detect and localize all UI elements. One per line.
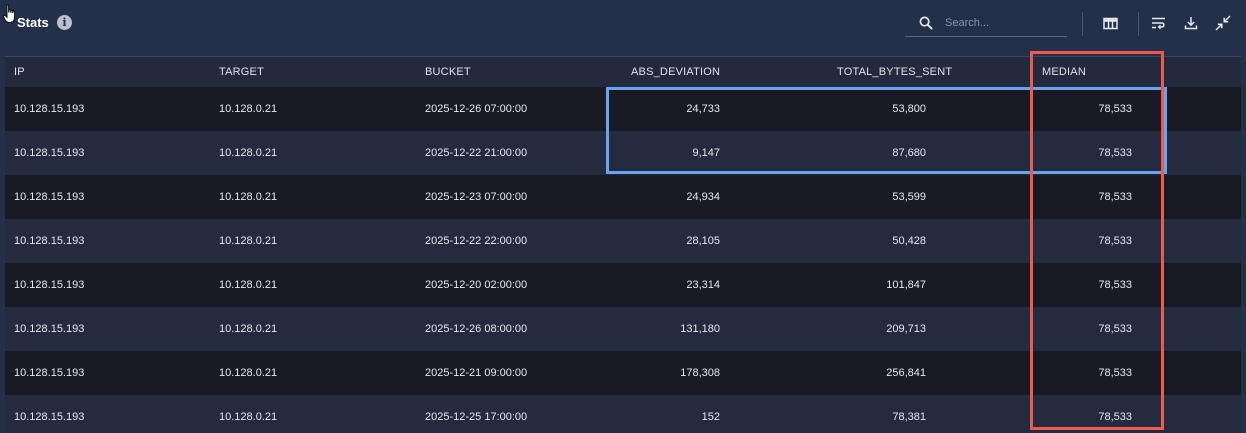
cell-target: 10.128.0.21 — [219, 279, 278, 291]
info-icon[interactable]: i — [57, 15, 72, 30]
cell-total-bytes-sent: 53,800 — [892, 103, 926, 115]
cell-ip: 10.128.15.193 — [14, 235, 85, 247]
cell-total-bytes-sent: 209,713 — [886, 323, 926, 335]
cell-total-bytes-sent: 101,847 — [886, 279, 926, 291]
table-row[interactable]: 10.128.15.193 10.128.0.21 2025-12-23 07:00… — [5, 175, 1241, 219]
cell-median: 78,533 — [1098, 367, 1132, 379]
cell-target: 10.128.0.21 — [219, 191, 278, 203]
table-row[interactable]: 10.128.15.193 10.128.0.21 2025-12-25 17:00… — [5, 395, 1241, 433]
table-header: IP TARGET BUCKET ABS_DEVIATION TOTAL_BYT… — [5, 57, 1241, 87]
cell-ip: 10.128.15.193 — [14, 279, 85, 291]
stats-table: IP TARGET BUCKET ABS_DEVIATION TOTAL_BYT… — [5, 56, 1241, 433]
cell-target: 10.128.0.21 — [219, 147, 278, 159]
table-row[interactable]: 10.128.15.193 10.128.0.21 2025-12-26 07:00… — [5, 87, 1241, 131]
table-row[interactable]: 10.128.15.193 10.128.0.21 2025-12-20 02:00… — [5, 263, 1241, 307]
column-header-total-bytes-sent[interactable]: TOTAL_BYTES_SENT — [837, 57, 952, 87]
cell-abs-deviation: 131,180 — [680, 323, 720, 335]
collapse-icon — [1215, 15, 1231, 31]
cell-median: 78,533 — [1098, 411, 1132, 423]
cell-target: 10.128.0.21 — [219, 411, 278, 423]
cell-total-bytes-sent: 50,428 — [892, 235, 926, 247]
stats-panel: Stats i Search... IP TARGET BUCKET ABS_D… — [0, 0, 1246, 433]
cell-median: 78,533 — [1098, 235, 1132, 247]
cell-ip: 10.128.15.193 — [14, 103, 85, 115]
toolbar-divider — [1138, 12, 1139, 36]
columns-button[interactable] — [1098, 12, 1122, 34]
cell-total-bytes-sent: 87,680 — [892, 147, 926, 159]
cell-target: 10.128.0.21 — [219, 323, 278, 335]
cell-abs-deviation: 152 — [701, 411, 720, 423]
columns-icon — [1102, 17, 1118, 29]
cell-target: 10.128.0.21 — [219, 235, 278, 247]
download-icon — [1184, 17, 1198, 30]
cell-median: 78,533 — [1098, 191, 1132, 203]
cell-abs-deviation: 24,733 — [686, 103, 720, 115]
toolbar-divider — [1082, 12, 1083, 36]
table-row[interactable]: 10.128.15.193 10.128.0.21 2025-12-26 08:00… — [5, 307, 1241, 351]
search-icon — [919, 16, 933, 30]
search-box[interactable] — [905, 10, 1067, 37]
cell-median: 78,533 — [1098, 323, 1132, 335]
table-row[interactable]: 10.128.15.193 10.128.0.21 2025-12-22 22:00… — [5, 219, 1241, 263]
cell-abs-deviation: 9,147 — [692, 147, 720, 159]
cell-ip: 10.128.15.193 — [14, 191, 85, 203]
wrap-text-button[interactable] — [1146, 12, 1170, 34]
collapse-button[interactable] — [1211, 12, 1235, 34]
cell-total-bytes-sent: 53,599 — [892, 191, 926, 203]
cell-target: 10.128.0.21 — [219, 103, 278, 115]
cell-ip: 10.128.15.193 — [14, 323, 85, 335]
cell-total-bytes-sent: 78,381 — [892, 411, 926, 423]
column-header-bucket[interactable]: BUCKET — [425, 57, 471, 87]
hand-pointer-icon — [3, 4, 16, 23]
cell-ip: 10.128.15.193 — [14, 147, 85, 159]
search-input[interactable] — [945, 14, 1063, 32]
column-header-ip[interactable]: IP — [14, 57, 25, 87]
cell-ip: 10.128.15.193 — [14, 367, 85, 379]
cell-abs-deviation: 178,308 — [680, 367, 720, 379]
download-button[interactable] — [1179, 12, 1203, 34]
cell-abs-deviation: 23,314 — [686, 279, 720, 291]
panel-header: Stats i — [0, 0, 1246, 48]
panel-title: Stats — [17, 15, 49, 30]
cell-median: 78,533 — [1098, 147, 1132, 159]
cell-target: 10.128.0.21 — [219, 367, 278, 379]
column-header-median[interactable]: MEDIAN — [1042, 57, 1086, 87]
cell-median: 78,533 — [1098, 103, 1132, 115]
cell-abs-deviation: 24,934 — [686, 191, 720, 203]
cell-total-bytes-sent: 256,841 — [886, 367, 926, 379]
column-header-target[interactable]: TARGET — [219, 57, 264, 87]
table-row[interactable]: 10.128.15.193 10.128.0.21 2025-12-21 09:00… — [5, 351, 1241, 395]
cell-ip: 10.128.15.193 — [14, 411, 85, 423]
cell-median: 78,533 — [1098, 279, 1132, 291]
table-row[interactable]: 10.128.15.193 10.128.0.21 2025-12-22 21:00… — [5, 131, 1241, 175]
cell-abs-deviation: 28,105 — [686, 235, 720, 247]
column-header-abs-deviation[interactable]: ABS_DEVIATION — [631, 57, 720, 87]
wrap-text-icon — [1151, 17, 1165, 30]
